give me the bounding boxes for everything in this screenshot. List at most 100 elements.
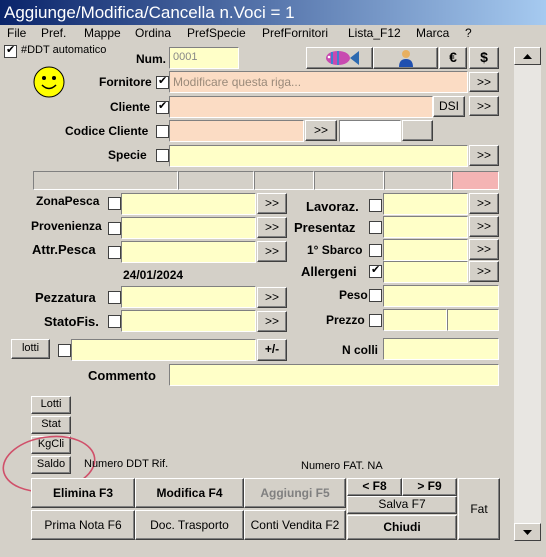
zonapesca-more-button[interactable]: >> bbox=[257, 193, 287, 214]
primo-sbarco-input[interactable] bbox=[383, 239, 468, 261]
cliente-more-button[interactable]: >> bbox=[469, 96, 499, 116]
plus-minus-button[interactable]: +/- bbox=[257, 339, 287, 361]
scroll-up-button[interactable] bbox=[514, 47, 541, 65]
provenienza-checkbox[interactable] bbox=[108, 222, 121, 235]
pezzatura-input[interactable] bbox=[121, 286, 256, 308]
codice-cliente-input[interactable] bbox=[169, 120, 304, 142]
doc-trasporto-button[interactable]: Doc. Trasporto bbox=[135, 510, 244, 540]
prima-nota-button[interactable]: Prima Nota F6 bbox=[31, 510, 135, 540]
fornitore-more-button[interactable]: >> bbox=[469, 72, 499, 92]
provenienza-input[interactable] bbox=[121, 217, 256, 239]
presentaz-label: Presentaz bbox=[294, 220, 356, 235]
allergeni-checkbox[interactable] bbox=[369, 263, 382, 278]
zonapesca-label: ZonaPesca bbox=[36, 194, 100, 208]
elimina-button[interactable]: Elimina F3 bbox=[31, 478, 135, 508]
chiudi-button[interactable]: Chiudi bbox=[347, 515, 457, 540]
primo-sbarco-more-button[interactable]: >> bbox=[469, 239, 499, 260]
aggiungi-button[interactable]: Aggiungi F5 bbox=[244, 478, 346, 508]
allergeni-input[interactable] bbox=[383, 261, 468, 283]
peso-checkbox[interactable] bbox=[369, 289, 382, 302]
attr-pesca-checkbox[interactable] bbox=[108, 246, 121, 259]
menu-item-file[interactable]: File bbox=[7, 26, 26, 40]
peso-input[interactable] bbox=[383, 285, 499, 307]
menu-item-lista[interactable]: Lista_F12 bbox=[348, 26, 401, 40]
prezzo-checkbox[interactable] bbox=[369, 314, 382, 327]
numero-fat-text: Numero FAT. NA bbox=[301, 460, 383, 472]
person-icon bbox=[398, 50, 413, 67]
menu-item-marca[interactable]: Marca bbox=[416, 26, 449, 40]
zonapesca-checkbox[interactable] bbox=[108, 197, 121, 210]
conti-vendita-button[interactable]: Conti Vendita F2 bbox=[244, 510, 346, 540]
menu-item-help[interactable]: ? bbox=[465, 26, 472, 40]
lavoraz-checkbox[interactable] bbox=[369, 199, 382, 212]
scroll-down-button[interactable] bbox=[514, 523, 541, 541]
lotti-input[interactable] bbox=[71, 339, 256, 361]
codice-cliente-value[interactable] bbox=[339, 120, 401, 142]
presentaz-input[interactable] bbox=[383, 216, 468, 238]
allergeni-more-button[interactable]: >> bbox=[469, 261, 499, 282]
menu-item-prefspecie[interactable]: PrefSpecie bbox=[187, 26, 246, 40]
arrow-down-icon bbox=[523, 530, 532, 535]
menu-item-pref[interactable]: Pref. bbox=[41, 26, 66, 40]
status-segment bbox=[254, 171, 314, 190]
attr-pesca-input[interactable] bbox=[121, 241, 256, 263]
lotti-button[interactable]: lotti bbox=[11, 339, 50, 359]
window-title: Aggiunge/Modifica/Cancella n.Voci = 1 bbox=[0, 0, 546, 25]
fat-button[interactable]: Fat bbox=[458, 478, 500, 540]
presentaz-more-button[interactable]: >> bbox=[469, 216, 499, 237]
specie-more-button[interactable]: >> bbox=[469, 145, 499, 166]
fish-icon bbox=[325, 51, 359, 65]
statofis-input[interactable] bbox=[121, 310, 256, 332]
fornitore-input[interactable]: Modificare questa riga... bbox=[169, 71, 468, 93]
specie-checkbox[interactable] bbox=[156, 149, 169, 162]
numero-ddt-text: Numero DDT Rif. bbox=[84, 458, 169, 470]
codice-cliente-blank-button[interactable] bbox=[402, 120, 433, 141]
menu-item-mappe[interactable]: Mappe bbox=[84, 26, 121, 40]
pezzatura-more-button[interactable]: >> bbox=[257, 287, 287, 308]
next-button[interactable]: > F9 bbox=[402, 478, 457, 496]
codice-cliente-checkbox[interactable] bbox=[156, 125, 169, 138]
dsi-button[interactable]: DSI bbox=[433, 96, 465, 117]
prezzo-extra-input[interactable] bbox=[447, 309, 499, 331]
primo-sbarco-label: 1° Sbarco bbox=[307, 243, 363, 257]
commento-input[interactable] bbox=[169, 364, 499, 386]
salva-button[interactable]: Salva F7 bbox=[347, 496, 457, 514]
lavoraz-input[interactable] bbox=[383, 193, 468, 215]
primo-sbarco-checkbox[interactable] bbox=[369, 244, 382, 257]
cliente-input[interactable] bbox=[169, 96, 433, 118]
provenienza-more-button[interactable]: >> bbox=[257, 217, 287, 238]
num-label: Num. bbox=[136, 52, 166, 66]
fish-button[interactable] bbox=[306, 47, 373, 69]
dollar-button[interactable]: $ bbox=[469, 47, 499, 69]
lavoraz-more-button[interactable]: >> bbox=[469, 193, 499, 214]
cliente-label: Cliente bbox=[110, 100, 151, 114]
lotti-checkbox[interactable] bbox=[58, 344, 71, 357]
ddt-auto-label: #DDT automatico bbox=[21, 44, 107, 56]
fornitore-label: Fornitore bbox=[99, 75, 152, 89]
codice-cliente-more-button[interactable]: >> bbox=[305, 120, 337, 141]
person-button[interactable] bbox=[373, 47, 438, 69]
prev-button[interactable]: < F8 bbox=[347, 478, 402, 496]
smiley-icon bbox=[33, 66, 65, 98]
menu-item-ordina[interactable]: Ordina bbox=[135, 26, 171, 40]
vertical-scrollbar[interactable] bbox=[514, 47, 541, 541]
ncolli-input[interactable] bbox=[383, 338, 499, 360]
statofis-checkbox[interactable] bbox=[108, 315, 121, 328]
lotti-side-button[interactable]: Lotti bbox=[31, 396, 71, 414]
menu-item-preffornitori[interactable]: PrefFornitori bbox=[262, 26, 328, 40]
attr-pesca-label: Attr.Pesca bbox=[32, 242, 96, 257]
euro-button[interactable]: € bbox=[439, 47, 467, 69]
attr-pesca-more-button[interactable]: >> bbox=[257, 241, 287, 262]
zonapesca-input[interactable] bbox=[121, 193, 256, 215]
prezzo-input[interactable] bbox=[383, 309, 447, 331]
presentaz-checkbox[interactable] bbox=[369, 221, 382, 234]
statofis-more-button[interactable]: >> bbox=[257, 311, 287, 332]
num-field[interactable]: 0001 bbox=[169, 47, 239, 69]
fornitore-checkbox[interactable] bbox=[156, 74, 169, 89]
cliente-checkbox[interactable] bbox=[156, 99, 169, 114]
specie-input[interactable] bbox=[169, 145, 468, 167]
ddt-auto-checkbox[interactable] bbox=[4, 43, 17, 58]
pezzatura-checkbox[interactable] bbox=[108, 291, 121, 304]
allergeni-label: Allergeni bbox=[301, 264, 357, 279]
modifica-button[interactable]: Modifica F4 bbox=[135, 478, 244, 508]
